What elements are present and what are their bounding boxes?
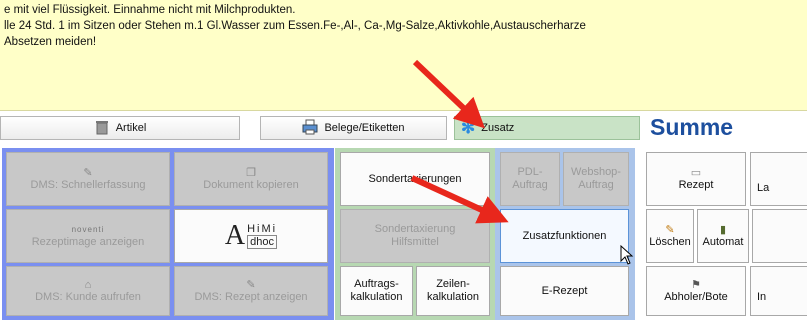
house-icon: ⌂ <box>84 278 92 291</box>
ahimi-logo-letter: A <box>224 220 246 251</box>
pdl-auftrag-label-1: PDL- <box>517 166 543 178</box>
sondertaxierung-hilfsmittel-label-1: Sondertaxierung <box>374 223 456 235</box>
tab-belege-label: Belege/Etiketten <box>324 122 405 134</box>
tab-zusatz[interactable]: ✻ Zusatz <box>454 116 640 140</box>
rezeptimage-anzeigen-label: Rezeptimage anzeigen <box>31 236 145 248</box>
auftragskalkulation-label-2: kalkulation <box>350 291 403 303</box>
loeschen-label: Löschen <box>649 235 691 248</box>
dms-kunde-aufrufen-button[interactable]: ⌂ DMS: Kunde aufrufen <box>6 266 170 316</box>
extra-button[interactable] <box>752 209 807 263</box>
webshop-auftrag-button[interactable]: Webshop- Auftrag <box>563 152 629 206</box>
sondertaxierung-hilfsmittel-label-2: Hilfsmittel <box>391 236 439 248</box>
in-label: In <box>757 290 767 303</box>
auftragskalkulation-button[interactable]: Auftrags- kalkulation <box>340 266 413 316</box>
zusatzfunktionen-label: Zusatzfunktionen <box>522 229 607 242</box>
ahimi-logo-bottom: dhoc <box>247 235 278 249</box>
summe-title: Summe <box>650 114 734 140</box>
pdl-auftrag-button[interactable]: PDL- Auftrag <box>500 152 560 206</box>
abholer-bote-label: Abholer/Bote <box>664 290 728 303</box>
sondertaxierungen-button[interactable]: Sondertaxierungen <box>340 152 490 206</box>
tab-artikel[interactable]: Artikel <box>0 116 240 140</box>
abholer-bote-button[interactable]: ⚑ Abholer/Bote <box>646 266 746 316</box>
la-label: La <box>757 181 770 194</box>
tab-belege-etiketten[interactable]: Belege/Etiketten <box>260 116 447 140</box>
rezept-button[interactable]: ▭ Rezept <box>646 152 746 206</box>
in-button[interactable]: In <box>750 266 807 316</box>
rezept-label: Rezept <box>678 178 714 191</box>
dms-kunde-aufrufen-label: DMS: Kunde aufrufen <box>35 290 141 303</box>
eraser-icon: ✎ <box>665 223 675 236</box>
noventi-logo: noventi <box>71 225 105 234</box>
erezept-button[interactable]: E-Rezept <box>500 266 629 316</box>
sondertaxierungen-label: Sondertaxierungen <box>368 172 462 185</box>
dokument-kopieren-button[interactable]: ❐ Dokument kopieren <box>174 152 328 206</box>
sondertaxierung-hilfsmittel-button[interactable]: Sondertaxierung Hilfsmittel <box>340 209 490 263</box>
webshop-auftrag-label-1: Webshop- <box>571 166 621 178</box>
zeilenkalkulation-button[interactable]: Zeilen- kalkulation <box>416 266 490 316</box>
dms-rezept-anzeigen-button[interactable]: ✎ DMS: Rezept anzeigen <box>174 266 328 316</box>
zusatzfunktionen-button[interactable]: Zusatzfunktionen <box>500 209 629 263</box>
webshop-auftrag-label-2: Auftrag <box>578 179 614 191</box>
notice-line-1: e mit viel Flüssigkeit. Einnahme nicht m… <box>4 4 296 16</box>
trash-bin-icon <box>94 119 110 138</box>
prescription-icon: ▭ <box>690 166 702 179</box>
notice-area: e mit viel Flüssigkeit. Einnahme nicht m… <box>0 0 807 111</box>
pen-icon: ✎ <box>83 166 93 179</box>
dms-schnellerfassung-button[interactable]: ✎ DMS: Schnellerfassung <box>6 152 170 206</box>
delivery-icon: ⚑ <box>691 278 701 291</box>
dokument-kopieren-label: Dokument kopieren <box>203 178 299 191</box>
tab-artikel-label: Artikel <box>115 122 147 134</box>
erezept-label: E-Rezept <box>541 284 588 297</box>
tab-zusatz-label: Zusatz <box>481 122 515 134</box>
zeilenkalkulation-label-2: kalkulation <box>427 291 479 303</box>
automat-icon: ▮ <box>719 223 727 236</box>
notice-line-3: Absetzen meiden! <box>4 36 97 48</box>
pdl-auftrag-label-2: Auftrag <box>512 179 548 191</box>
zusatz-panel: PDL- Auftrag Webshop- Auftrag Zusatzfunk… <box>495 148 635 320</box>
automat-button[interactable]: ▮ Automat <box>697 209 749 263</box>
snowflake-icon: ✻ <box>461 118 476 137</box>
copy-icon: ❐ <box>246 166 256 179</box>
ahimi-logo: HiMi dhoc <box>247 223 278 249</box>
la-button[interactable]: La <box>750 152 807 206</box>
kasse-panel: ▭ Rezept La ✎ Löschen ▮ Automat ⚑ Abhole… <box>640 148 807 320</box>
loeschen-button[interactable]: ✎ Löschen <box>646 209 694 263</box>
auftragskalkulation-label-1: Auftrags- <box>354 278 399 290</box>
pen-icon: ✎ <box>246 278 256 291</box>
automat-label: Automat <box>702 235 744 248</box>
zeilenkalkulation-label-1: Zeilen- <box>436 278 470 290</box>
taxierung-panel: Sondertaxierungen Sondertaxierung Hilfsm… <box>335 148 495 320</box>
dms-rezept-anzeigen-label: DMS: Rezept anzeigen <box>194 290 308 303</box>
notice-line-2: lle 24 Std. 1 im Sitzen oder Stehen m.1 … <box>4 20 586 32</box>
ahimi-adhoc-button[interactable]: A HiMi dhoc <box>174 209 328 263</box>
dms-panel: ✎ DMS: Schnellerfassung ❐ Dokument kopie… <box>2 148 334 320</box>
dms-schnellerfassung-label: DMS: Schnellerfassung <box>30 178 146 191</box>
printer-icon <box>302 119 318 138</box>
ahimi-logo-top: HiMi <box>247 223 278 235</box>
rezeptimage-anzeigen-button[interactable]: noventi Rezeptimage anzeigen <box>6 209 170 263</box>
